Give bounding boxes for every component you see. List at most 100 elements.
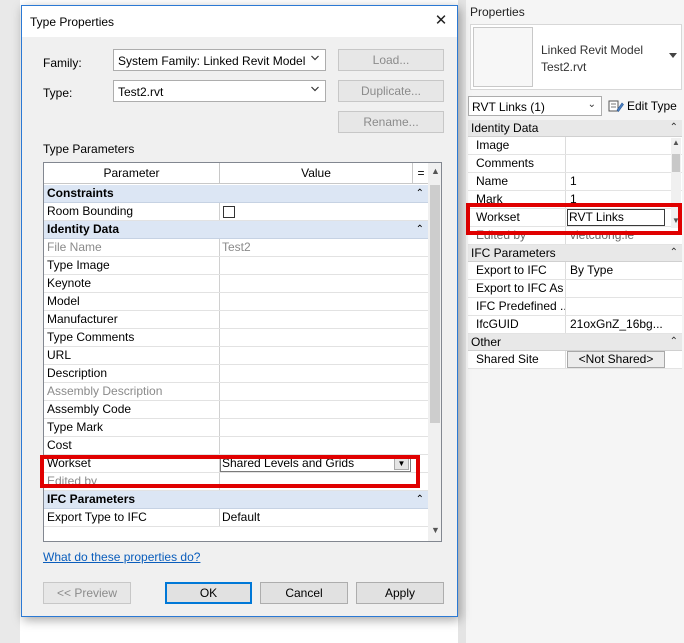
rename-button[interactable]: Rename... [338,111,444,133]
collapse-icon[interactable]: ⌃ [416,185,424,202]
type-selector-type: Test2.rvt [541,60,587,74]
parameter-row[interactable]: Manufacturer [44,311,429,329]
parameter-name: Assembly Code [44,401,220,418]
parameter-row[interactable]: Room Bounding [44,203,429,221]
parameter-name: Export Type to IFC [44,509,220,526]
grid-scrollbar[interactable]: ▲ ▼ [428,163,441,541]
scroll-down-icon[interactable]: ▼ [431,525,440,535]
cancel-button[interactable]: Cancel [260,582,348,604]
parameter-value[interactable] [220,311,429,328]
group-label: Constraints [47,186,114,200]
collapse-icon[interactable]: ⌃ [670,245,678,261]
parameter-value[interactable]: Default [220,509,429,526]
column-header-value[interactable]: Value [220,163,413,183]
parameter-row: Assembly Description [44,383,429,401]
chevron-down-icon[interactable] [669,53,677,58]
property-name: Shared Site [468,351,566,368]
property-row[interactable]: Name 1 [468,173,682,191]
type-dropdown[interactable]: Test2.rvt [113,80,326,102]
scrollbar-thumb[interactable] [430,185,440,423]
property-value[interactable] [566,137,682,154]
property-value[interactable]: By Type [566,262,682,279]
parameter-row[interactable]: Cost [44,437,429,455]
parameter-name: Type Image [44,257,220,274]
group-other[interactable]: Other ⌃ [468,334,682,351]
parameter-row[interactable]: Type Mark [44,419,429,437]
ok-button[interactable]: OK [165,582,252,604]
help-link[interactable]: What do these properties do? [43,550,200,564]
property-row[interactable]: IfcGUID 21oxGnZ_16bg... [468,316,682,334]
instance-filter-dropdown[interactable]: RVT Links (1) ⌄ [468,96,602,116]
parameter-value[interactable] [220,293,429,310]
parameter-row[interactable]: Assembly Code [44,401,429,419]
property-name: IfcGUID [468,316,566,333]
parameter-name: Description [44,365,220,382]
group-constraints[interactable]: Constraints ⌃ [44,185,429,203]
app-background-left [0,0,20,643]
parameter-value: Test2 [222,240,251,254]
property-name: Export to IFC [468,262,566,279]
parameter-value[interactable] [220,275,429,292]
dialog-title: Type Properties [30,15,115,29]
type-selector[interactable]: Linked Revit Model Test2.rvt [470,24,682,90]
scrollbar-thumb[interactable] [672,154,680,172]
property-value[interactable]: 21oxGnZ_16bg... [566,316,682,333]
family-value: System Family: Linked Revit Model [118,54,306,68]
column-header-parameter[interactable]: Parameter [44,163,220,183]
property-row[interactable]: Shared Site <Not Shared> [468,351,682,369]
parameter-value[interactable] [220,365,429,382]
parameter-row[interactable]: Keynote [44,275,429,293]
property-value[interactable] [566,155,682,172]
property-value[interactable] [566,298,682,315]
group-ifc-parameters[interactable]: IFC Parameters ⌃ [468,245,682,262]
property-value[interactable]: 1 [566,173,682,190]
property-value[interactable]: <Not Shared> [566,351,682,368]
parameter-value[interactable] [220,437,429,454]
property-row[interactable]: Image [468,137,682,155]
room-bounding-checkbox[interactable] [223,206,235,218]
parameter-row[interactable]: Description [44,365,429,383]
load-button[interactable]: Load... [338,49,444,71]
collapse-icon[interactable]: ⌃ [670,120,678,136]
parameter-row[interactable]: Export Type to IFC Default [44,509,429,527]
property-name: Export to IFC As [468,280,566,297]
group-ifc-parameters[interactable]: IFC Parameters ⌃ [44,491,429,509]
parameter-name: URL [44,347,220,364]
group-identity-data[interactable]: Identity Data ⌃ [468,120,682,137]
property-row[interactable]: Comments [468,155,682,173]
parameter-row[interactable]: URL [44,347,429,365]
dialog-titlebar[interactable]: Type Properties ✕ [22,6,457,37]
parameter-value[interactable] [220,203,429,220]
collapse-icon[interactable]: ⌃ [416,491,424,508]
property-value[interactable] [566,280,682,297]
parameter-value[interactable] [220,419,429,436]
family-label: Family: [43,56,82,70]
edit-type-button[interactable]: Edit Type [606,95,682,117]
family-dropdown[interactable]: System Family: Linked Revit Model [113,49,326,71]
group-identity-data[interactable]: Identity Data ⌃ [44,221,429,239]
parameter-name: File Name [44,239,220,256]
duplicate-button[interactable]: Duplicate... [338,80,444,102]
parameter-row[interactable]: Model [44,293,429,311]
preview-button[interactable]: << Preview [43,582,131,604]
property-row[interactable]: Export to IFC As [468,280,682,298]
apply-button[interactable]: Apply [356,582,444,604]
parameter-value[interactable] [220,257,429,274]
collapse-icon[interactable]: ⌃ [416,221,424,238]
parameter-value[interactable] [220,347,429,364]
app-splitter[interactable] [458,0,466,643]
property-row[interactable]: IFC Predefined ... [468,298,682,316]
column-header-formula[interactable]: = [413,163,429,183]
scroll-up-icon[interactable]: ▲ [672,138,680,147]
close-icon[interactable]: ✕ [430,11,452,33]
scroll-up-icon[interactable]: ▲ [431,166,440,176]
shared-site-button[interactable]: <Not Shared> [567,351,665,368]
type-value: Test2.rvt [118,85,164,99]
collapse-icon[interactable]: ⌃ [670,334,678,350]
parameter-value[interactable] [220,401,429,418]
property-row[interactable]: Export to IFC By Type [468,262,682,280]
edit-type-icon [608,100,624,112]
parameter-row[interactable]: Type Image [44,257,429,275]
parameter-row[interactable]: Type Comments [44,329,429,347]
parameter-value[interactable] [220,329,429,346]
